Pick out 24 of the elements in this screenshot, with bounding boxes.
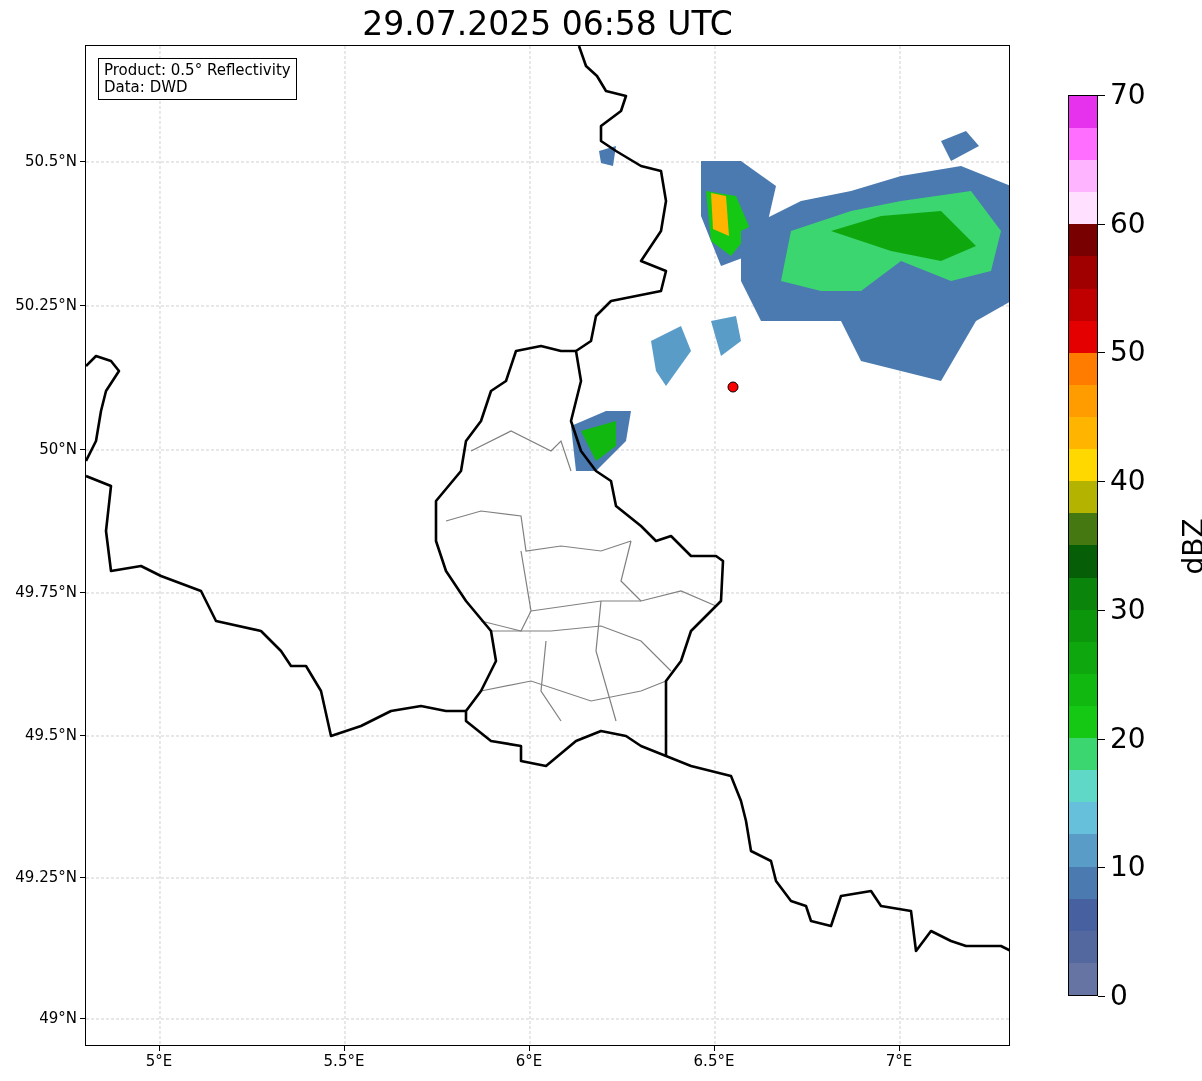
y-tick-label: 49.25°N bbox=[15, 868, 77, 886]
colorbar-tick-label: 30 bbox=[1110, 594, 1146, 625]
colorbar-tick-label: 50 bbox=[1110, 337, 1146, 368]
colorbar-tick-label: 20 bbox=[1110, 723, 1146, 754]
y-tick-label: 50°N bbox=[39, 440, 77, 458]
colorbar-tick-label: 10 bbox=[1110, 852, 1146, 883]
y-tick-label: 49.75°N bbox=[15, 583, 77, 601]
info-text: Product: 0.5° Reflectivity bbox=[104, 62, 291, 79]
y-tick-label: 49°N bbox=[39, 1009, 77, 1027]
chart-title: 29.07.2025 06:58 UTC bbox=[361, 4, 734, 44]
colorbar-tick-label: 60 bbox=[1110, 208, 1146, 239]
x-tick-label: 6°E bbox=[515, 1052, 543, 1070]
x-tick-label: 5°E bbox=[145, 1052, 173, 1070]
x-tick-label: 6.5°E bbox=[693, 1052, 735, 1070]
y-tick-label: 50.25°N bbox=[15, 296, 77, 314]
y-tick-label: 49.5°N bbox=[24, 726, 77, 744]
info-text: Data: DWD bbox=[104, 79, 189, 96]
x-tick-label: 7°E bbox=[885, 1052, 913, 1070]
colorbar-tick-label: 40 bbox=[1110, 466, 1146, 497]
colorbar-tick-label: 70 bbox=[1110, 80, 1146, 110]
y-tick-label: 50.5°N bbox=[24, 152, 77, 170]
colorbar-label: dBZ bbox=[1176, 518, 1202, 575]
x-tick-label: 5.5°E bbox=[323, 1052, 365, 1070]
colorbar-tick-label: 0 bbox=[1110, 981, 1128, 1011]
